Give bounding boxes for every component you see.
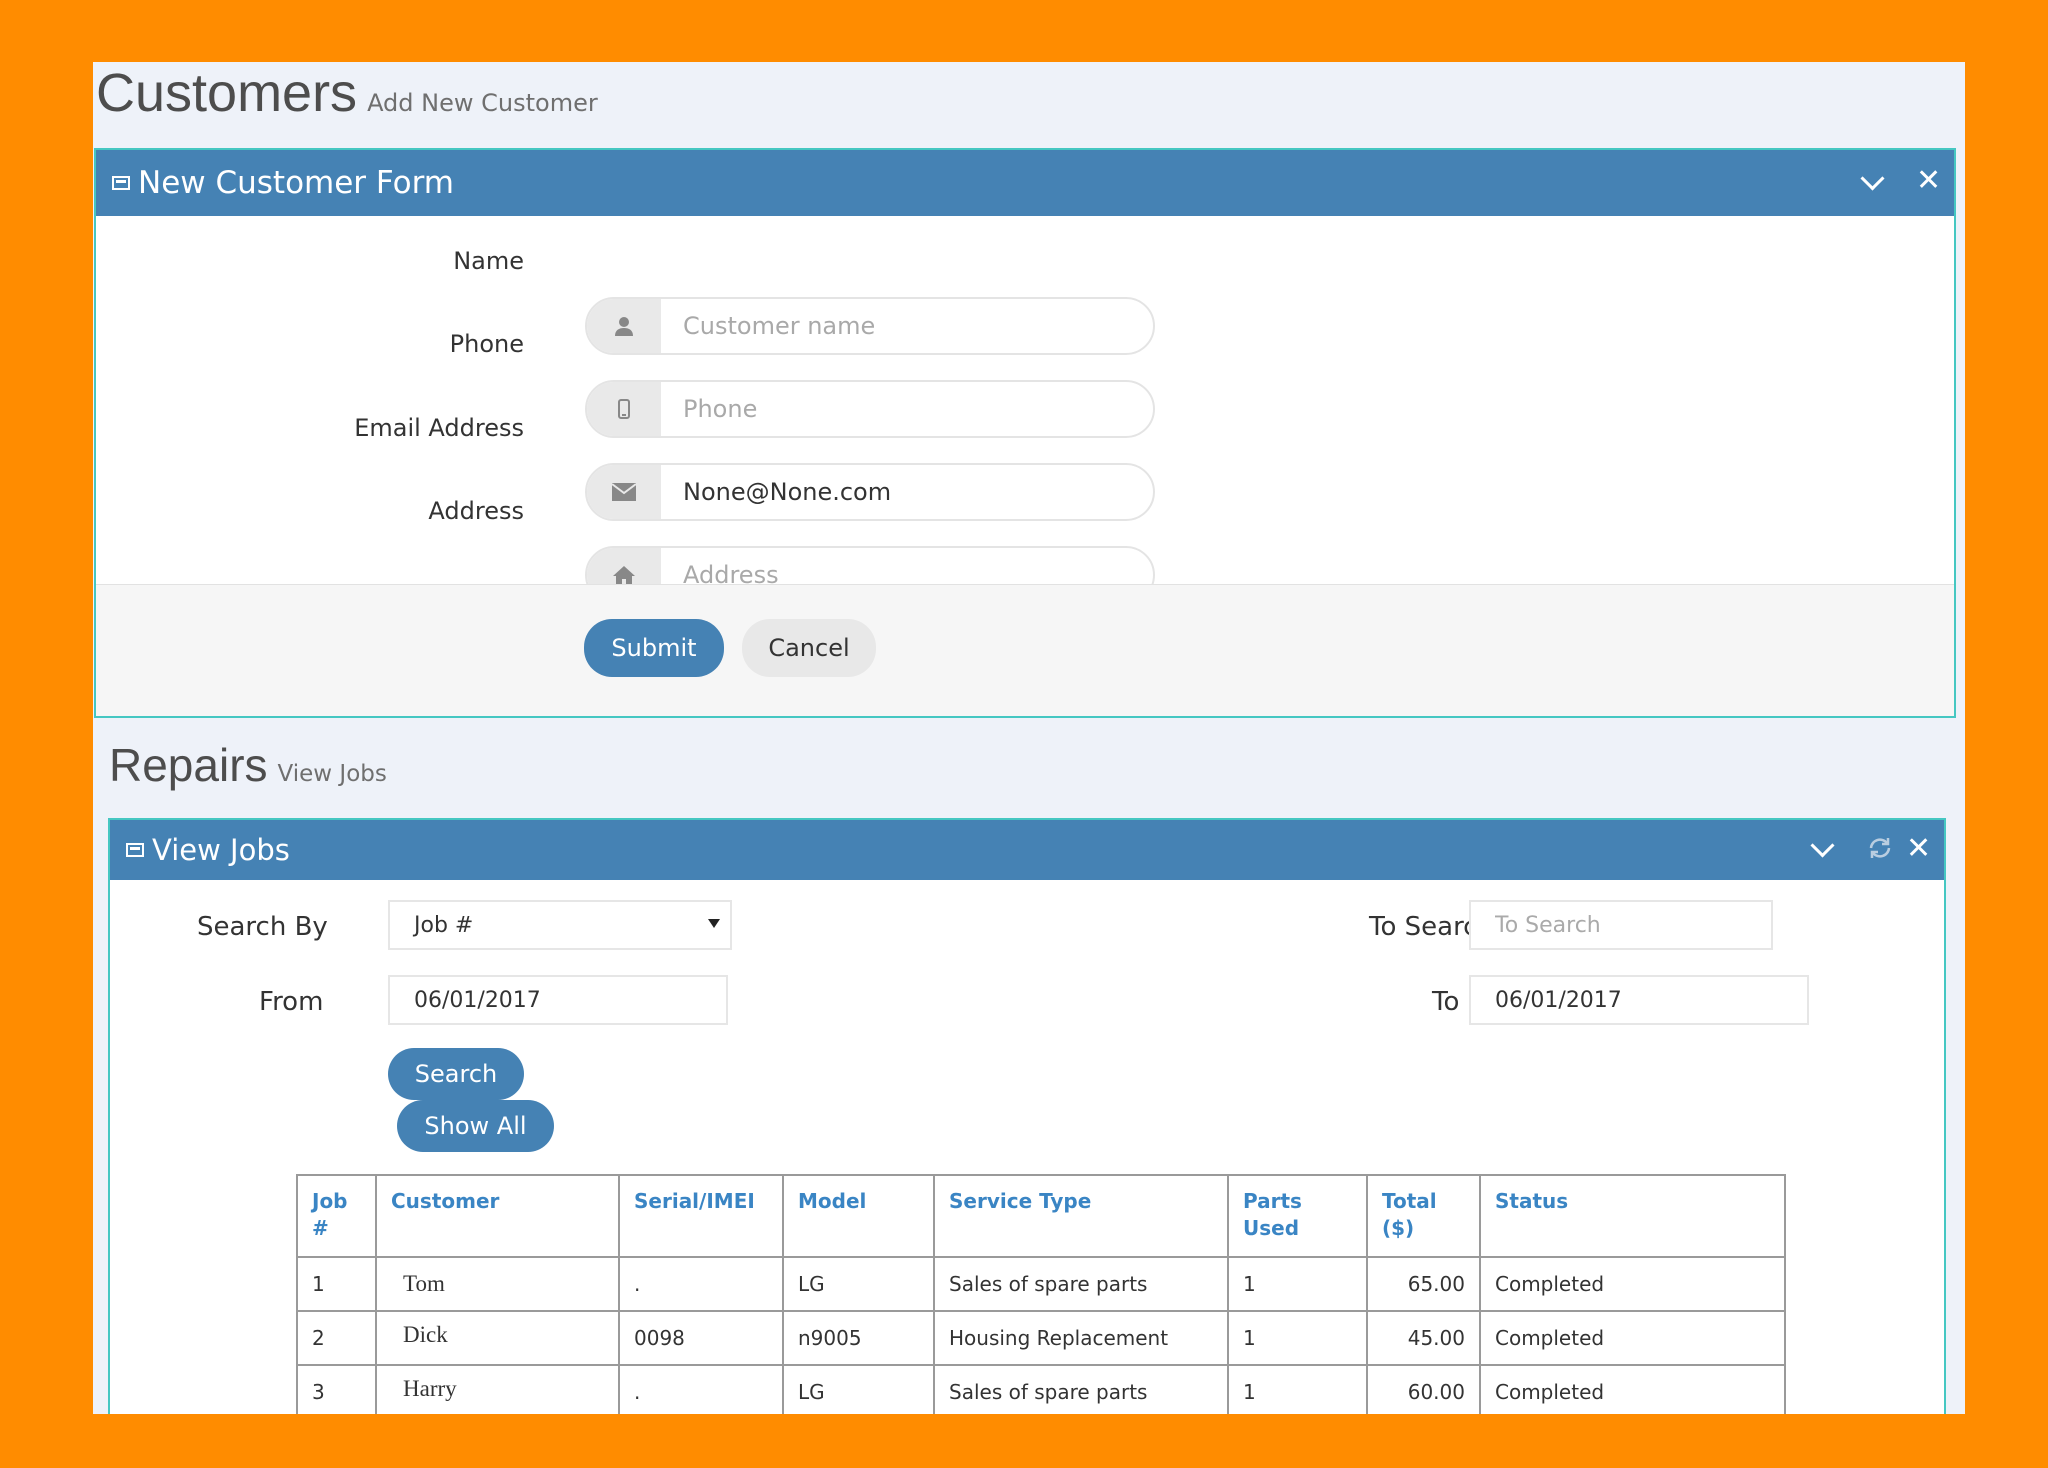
form-footer: Submit Cancel xyxy=(96,584,1954,716)
panel-title: New Customer Form xyxy=(138,165,454,201)
column-header[interactable]: Status xyxy=(1479,1174,1786,1258)
column-header[interactable]: Total ($) xyxy=(1366,1174,1481,1258)
submit-button[interactable]: Submit xyxy=(584,619,724,677)
parts-used-cell: 1 xyxy=(1227,1256,1368,1312)
parts-used-cell: 1 xyxy=(1227,1310,1368,1366)
total-cell: 60.00 xyxy=(1366,1364,1481,1414)
cancel-button[interactable]: Cancel xyxy=(742,619,876,677)
status-cell: Completed xyxy=(1479,1310,1786,1366)
column-header[interactable]: Model xyxy=(782,1174,935,1258)
envelope-icon xyxy=(587,465,661,519)
status-cell: Completed xyxy=(1479,1256,1786,1312)
search-by-select[interactable]: Job # xyxy=(388,900,732,950)
column-header[interactable]: Service Type xyxy=(933,1174,1229,1258)
section-title: Repairs xyxy=(109,739,268,791)
refresh-icon[interactable] xyxy=(1867,835,1893,867)
email-input[interactable] xyxy=(661,465,1153,519)
serial-cell: . xyxy=(618,1364,784,1414)
user-icon xyxy=(587,299,661,353)
panel-header: View Jobs ✕ xyxy=(110,820,1944,880)
window-icon xyxy=(112,176,130,190)
column-header[interactable]: Serial/IMEI xyxy=(618,1174,784,1258)
search-by-value: Job # xyxy=(414,912,474,938)
close-icon[interactable]: ✕ xyxy=(1906,834,1931,864)
customer-cell: Dick xyxy=(375,1310,620,1366)
panel-title: View Jobs xyxy=(152,833,290,867)
phone-label: Phone xyxy=(449,330,524,358)
customer-cell: Harry xyxy=(375,1364,620,1414)
chevron-down-icon[interactable] xyxy=(1810,833,1835,858)
search-by-label: Search By xyxy=(197,912,328,942)
job-number-cell: 3 xyxy=(296,1364,377,1414)
job-number-cell: 2 xyxy=(296,1310,377,1366)
from-date-input[interactable] xyxy=(388,975,728,1025)
model-cell: LG xyxy=(782,1364,935,1414)
total-cell: 45.00 xyxy=(1366,1310,1481,1366)
from-label: From xyxy=(259,987,324,1017)
panel-header: New Customer Form ✕ xyxy=(96,150,1954,216)
total-cell: 65.00 xyxy=(1366,1256,1481,1312)
customer-name-input[interactable] xyxy=(661,299,1153,353)
status-cell: Completed xyxy=(1479,1364,1786,1414)
repairs-header: Repairs View Jobs xyxy=(109,738,387,792)
show-all-button[interactable]: Show All xyxy=(397,1100,554,1152)
service-type-cell: Housing Replacement xyxy=(933,1310,1229,1366)
to-date-input[interactable] xyxy=(1469,975,1809,1025)
caret-down-icon xyxy=(708,919,720,928)
job-number-cell: 1 xyxy=(296,1256,377,1312)
table-header-row: Job # Customer Serial/IMEI Model Service … xyxy=(296,1174,1786,1258)
to-search-input[interactable] xyxy=(1469,900,1773,950)
page-subtitle: Add New Customer xyxy=(367,89,598,117)
serial-cell: . xyxy=(618,1256,784,1312)
table-row[interactable]: 1 Tom . LG Sales of spare parts 1 65.00 … xyxy=(296,1256,1786,1312)
email-input-group xyxy=(585,463,1155,521)
new-customer-panel: New Customer Form ✕ Name Phone Email Add… xyxy=(94,148,1956,718)
mobile-icon xyxy=(587,382,661,436)
phone-input[interactable] xyxy=(661,382,1153,436)
parts-used-cell: 1 xyxy=(1227,1364,1368,1414)
table-row[interactable]: 3 Harry . LG Sales of spare parts 1 60.0… xyxy=(296,1364,1786,1414)
jobs-table: Job # Customer Serial/IMEI Model Service … xyxy=(296,1174,1786,1414)
name-label: Name xyxy=(453,247,524,275)
serial-cell: 0098 xyxy=(618,1310,784,1366)
chevron-down-icon[interactable] xyxy=(1860,166,1885,191)
to-label: To xyxy=(1432,987,1460,1017)
service-type-cell: Sales of spare parts xyxy=(933,1256,1229,1312)
name-input-group xyxy=(585,297,1155,355)
column-header[interactable]: Job # xyxy=(296,1174,377,1258)
model-cell: LG xyxy=(782,1256,935,1312)
model-cell: n9005 xyxy=(782,1310,935,1366)
view-jobs-panel: View Jobs ✕ Search By Job # To Search Fr… xyxy=(108,818,1946,1414)
table-row[interactable]: 2 Dick 0098 n9005 Housing Replacement 1 … xyxy=(296,1310,1786,1366)
customers-header: Customers Add New Customer xyxy=(96,62,598,124)
address-label: Address xyxy=(428,497,524,525)
page-title: Customers xyxy=(96,63,358,123)
column-header[interactable]: Parts Used xyxy=(1227,1174,1368,1258)
page: Customers Add New Customer New Customer F… xyxy=(93,62,1965,1414)
service-type-cell: Sales of spare parts xyxy=(933,1364,1229,1414)
close-icon[interactable]: ✕ xyxy=(1916,166,1941,196)
column-header[interactable]: Customer xyxy=(375,1174,620,1258)
window-icon xyxy=(126,843,144,857)
customer-cell: Tom xyxy=(375,1256,620,1312)
email-label: Email Address xyxy=(354,414,524,442)
search-button[interactable]: Search xyxy=(388,1048,524,1100)
section-subtitle: View Jobs xyxy=(277,761,387,787)
phone-input-group xyxy=(585,380,1155,438)
